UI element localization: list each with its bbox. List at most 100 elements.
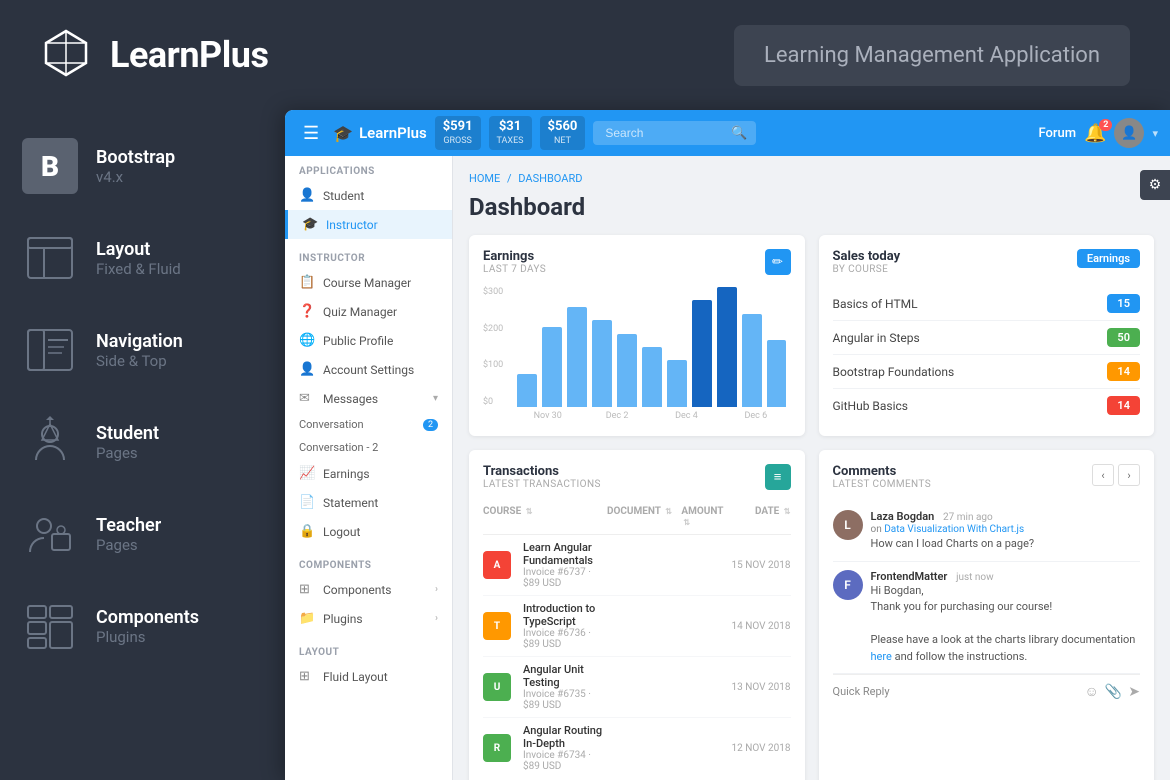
sales-row-2: Angular in Steps 50	[833, 321, 1141, 355]
forum-link[interactable]: Forum	[1038, 126, 1076, 141]
sidebar-item-student[interactable]: Student Pages	[0, 396, 285, 488]
main-header: LearnPlus Learning Management Applicatio…	[0, 0, 1170, 110]
navigation-icon	[22, 322, 78, 378]
sidebar-label-student: Student	[96, 423, 159, 444]
plugins-nav-label: Plugins	[323, 612, 363, 626]
earnings-btn[interactable]: ✏	[765, 249, 791, 275]
sidenav-account-settings[interactable]: 👤 Account Settings	[285, 355, 452, 384]
attachment-icon[interactable]: 📎	[1105, 684, 1122, 700]
brand-icon: 🎓	[333, 124, 353, 143]
user-menu-chevron[interactable]: ▾	[1152, 127, 1158, 140]
sidebar-item-navigation[interactable]: Navigation Side & Top	[0, 304, 285, 396]
search-input[interactable]	[601, 121, 731, 145]
sidenav-course-manager[interactable]: 📋 Course Manager	[285, 268, 452, 297]
public-profile-icon: 🌐	[299, 333, 315, 348]
comment-body-2: Hi Bogdan, Thank you for purchasing our …	[871, 583, 1141, 666]
teacher-icon	[22, 506, 78, 562]
conversation-1-label: Conversation	[299, 418, 364, 431]
stat-net: $560 NET	[540, 116, 586, 151]
section-title-applications: APPLICATIONS	[285, 166, 452, 181]
sidebar-item-components[interactable]: Components Plugins	[0, 580, 285, 672]
sidenav-logout[interactable]: 🔒 Logout	[285, 517, 452, 546]
sidenav-conversation-1[interactable]: Conversation 2	[285, 413, 452, 436]
stat-net-value: $560	[548, 119, 578, 136]
brand-name: LearnPlus	[359, 124, 427, 142]
student-nav-icon: 👤	[299, 188, 315, 203]
comments-card: Comments LATEST COMMENTS ‹ › L	[819, 450, 1155, 780]
header-subtitle: Learning Management Application	[734, 25, 1130, 86]
sales-card: Sales today BY COURSE Earnings Basics of…	[819, 235, 1155, 436]
tx-date-3: 13 NOV 2018	[731, 682, 791, 693]
comment-here-link[interactable]: here	[871, 650, 892, 663]
fluid-layout-icon: ⊞	[299, 669, 315, 684]
comment-prev-btn[interactable]: ‹	[1092, 464, 1114, 486]
comments-subtitle: LATEST COMMENTS	[833, 479, 932, 490]
conversation-1-badge: 2	[423, 419, 438, 431]
comment-avatar-2: F	[833, 570, 863, 600]
notification-badge: 2	[1099, 119, 1112, 131]
stat-net-label: NET	[548, 136, 578, 148]
sidenav-plugins-link[interactable]: 📁 Plugins ›	[285, 604, 452, 633]
sidebar-item-layout[interactable]: Layout Fixed & Fluid	[0, 212, 285, 304]
tx-thumb-3: U	[483, 673, 511, 701]
course-count-2: 50	[1107, 328, 1140, 347]
quiz-manager-icon: ❓	[299, 304, 315, 319]
table-header: COURSE ⇅ DOCUMENT ⇅ AMOUNT ⇅ DATE ⇅	[483, 502, 791, 535]
dashboard-grid: Earnings LAST 7 DAYS ✏ $300 $200 $100 $0	[469, 235, 1154, 780]
account-settings-label: Account Settings	[323, 363, 414, 377]
sidenav-section-instructor: INSTRUCTOR 📋 Course Manager ❓ Quiz Manag…	[285, 243, 452, 550]
conversation-2-label: Conversation - 2	[299, 441, 378, 454]
messages-icon: ✉	[299, 391, 315, 406]
search-wrap[interactable]: 🔍	[593, 121, 755, 145]
quick-reply-label: Quick Reply	[833, 685, 1079, 698]
comment-item-2: F FrontendMatter just now Hi Bogdan, Tha…	[833, 562, 1141, 675]
comment-time-2: just now	[956, 572, 994, 583]
sidenav-section-components: COMPONENTS ⊞ Components › 📁 Plugins ›	[285, 550, 452, 637]
tx-invoice-1: Invoice #6737 · $89 USD	[523, 567, 607, 589]
user-avatar[interactable]: 👤	[1114, 118, 1144, 148]
tx-thumb-2: T	[483, 612, 511, 640]
sales-title: Sales today	[833, 249, 901, 264]
sidebar-item-bootstrap[interactable]: B Bootstrap v4.x	[0, 120, 285, 212]
emoji-icon[interactable]: ☺	[1085, 683, 1099, 700]
sidenav-quiz-manager[interactable]: ❓ Quiz Manager	[285, 297, 452, 326]
tx-date-4: 12 NOV 2018	[731, 743, 791, 754]
earnings-label: Earnings	[323, 467, 370, 481]
sales-rows: Basics of HTML 15 Angular in Steps 50 Bo…	[833, 287, 1141, 422]
tx-invoice-2: Invoice #6736 · $89 USD	[523, 628, 607, 650]
sales-row-1: Basics of HTML 15	[833, 287, 1141, 321]
tx-row-3: U Angular Unit Testing Invoice #6735 · $…	[483, 657, 791, 718]
sidenav-student[interactable]: 👤 Student	[285, 181, 452, 210]
send-icon[interactable]: ➤	[1128, 684, 1140, 700]
comment-link-1[interactable]: Data Visualization With Chart.js	[884, 524, 1024, 535]
sidenav-components-link[interactable]: ⊞ Components ›	[285, 575, 452, 604]
sidenav-instructor[interactable]: 🎓 Instructor	[285, 210, 452, 239]
tx-row-1: A Learn Angular Fundamentals Invoice #67…	[483, 535, 791, 596]
comment-meta-2: FrontendMatter just now Hi Bogdan, Thank…	[871, 570, 1141, 666]
comment-avatar-1: L	[833, 510, 863, 540]
hamburger-button[interactable]: ☰	[297, 119, 325, 148]
chart-bar-0	[517, 374, 537, 407]
notifications-bell[interactable]: 🔔 2	[1084, 123, 1106, 144]
sidenav-messages[interactable]: ✉ Messages ▾	[285, 384, 452, 413]
messages-arrow: ▾	[433, 393, 438, 404]
sidenav-conversation-2[interactable]: Conversation - 2	[285, 436, 452, 459]
tx-row-2: T Introduction to TypeScript Invoice #67…	[483, 596, 791, 657]
chart-x-labels: Nov 30 Dec 2 Dec 4 Dec 6	[513, 411, 791, 421]
components-nav-label: Components	[323, 583, 392, 597]
earnings-badge[interactable]: Earnings	[1077, 249, 1140, 268]
sidenav-statement[interactable]: 📄 Statement	[285, 488, 452, 517]
sidenav-earnings[interactable]: 📈 Earnings	[285, 459, 452, 488]
comment-next-btn[interactable]: ›	[1118, 464, 1140, 486]
settings-cog-button[interactable]: ⚙	[1140, 170, 1170, 200]
transactions-btn[interactable]: ≡	[765, 464, 791, 490]
sidebar-sublabel-layout: Fixed & Fluid	[96, 260, 181, 278]
stat-gross-value: $591	[443, 119, 473, 136]
sidebar-item-teacher[interactable]: Teacher Pages	[0, 488, 285, 580]
tx-row-4: R Angular Routing In-Depth Invoice #6734…	[483, 718, 791, 778]
sidenav-fluid-layout[interactable]: ⊞ Fluid Layout	[285, 662, 452, 691]
stat-taxes-value: $31	[497, 119, 524, 136]
bootstrap-icon: B	[22, 138, 78, 194]
sidebar-sublabel-navigation: Side & Top	[96, 352, 183, 370]
sidenav-public-profile[interactable]: 🌐 Public Profile	[285, 326, 452, 355]
